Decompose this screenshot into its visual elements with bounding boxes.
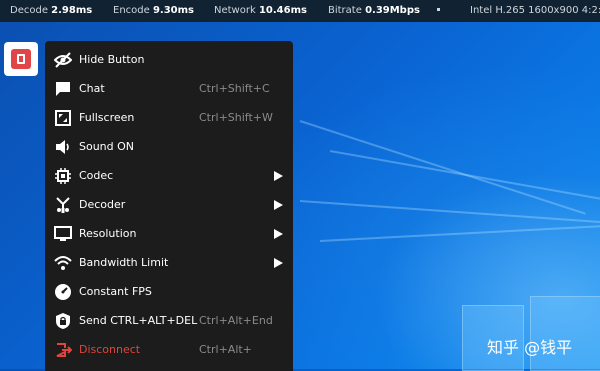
menu-item-chat[interactable]: Chat Ctrl+Shift+C — [45, 74, 293, 103]
menu-item-label: Bandwidth Limit — [79, 256, 169, 269]
menu-item-shortcut: Ctrl+Shift+C — [199, 82, 270, 95]
submenu-arrow-icon — [274, 228, 283, 239]
menu-item-send-ctrl-alt-del[interactable]: Send CTRL+ALT+DEL Ctrl+Alt+End — [45, 306, 293, 335]
menu-item-decoder[interactable]: Decoder — [45, 190, 293, 219]
submenu-arrow-icon — [274, 199, 283, 210]
menu-item-label: Codec — [79, 169, 114, 182]
menu-item-label: Resolution — [79, 227, 137, 240]
menu-item-label: Constant FPS — [79, 285, 152, 298]
bitrate-stat: Bitrate 0.39Mbps — [328, 5, 420, 16]
chip-icon — [54, 167, 72, 185]
encode-stat: Encode 9.30ms — [113, 5, 195, 16]
stats-bar: Decode 2.98ms Encode 9.30ms Network 10.4… — [0, 0, 600, 22]
menu-item-label: Sound ON — [79, 140, 135, 153]
gauge-icon — [54, 283, 72, 301]
context-menu: Hide Button Chat Ctrl+Shift+C Fullscreen… — [45, 41, 293, 371]
app-logo-icon — [11, 49, 31, 69]
menu-item-disconnect[interactable]: Disconnect Ctrl+Alt+ — [45, 335, 293, 364]
disconnect-icon — [54, 341, 72, 359]
menu-item-codec[interactable]: Codec — [45, 161, 293, 190]
watermark: 知乎 @钱平 — [487, 338, 573, 357]
menu-item-label: Chat — [79, 82, 105, 95]
app-menu-button[interactable] — [4, 42, 38, 76]
menu-item-label: Fullscreen — [79, 111, 135, 124]
lock-icon — [54, 312, 72, 330]
menu-item-shortcut: Ctrl+Shift+W — [199, 111, 273, 124]
codec-info: Intel H.265 1600x900 4:2:0 — [470, 5, 600, 16]
submenu-arrow-icon — [274, 170, 283, 181]
menu-item-resolution[interactable]: Resolution — [45, 219, 293, 248]
menu-item-bandwidth-limit[interactable]: Bandwidth Limit — [45, 248, 293, 277]
separator-dot — [437, 8, 440, 11]
chat-icon — [54, 80, 72, 98]
menu-item-label: Send CTRL+ALT+DEL — [79, 314, 198, 327]
menu-item-constant-fps[interactable]: Constant FPS — [45, 277, 293, 306]
monitor-icon — [54, 225, 72, 243]
menu-item-shortcut: Ctrl+Alt+ — [199, 343, 252, 356]
decoder-icon — [54, 196, 72, 214]
speaker-icon — [54, 138, 72, 156]
fullscreen-icon — [54, 109, 72, 127]
eye-off-icon — [54, 51, 72, 69]
submenu-arrow-icon — [274, 257, 283, 268]
menu-item-shortcut: Ctrl+Alt+End — [199, 314, 273, 327]
menu-item-hide-button[interactable]: Hide Button — [45, 45, 293, 74]
menu-item-label: Disconnect — [79, 343, 141, 356]
menu-item-label: Hide Button — [79, 53, 145, 66]
wifi-icon — [54, 254, 72, 272]
menu-item-sound[interactable]: Sound ON — [45, 132, 293, 161]
menu-item-label: Decoder — [79, 198, 126, 211]
menu-item-fullscreen[interactable]: Fullscreen Ctrl+Shift+W — [45, 103, 293, 132]
decode-stat: Decode 2.98ms — [10, 5, 93, 16]
network-stat: Network 10.46ms — [214, 5, 307, 16]
